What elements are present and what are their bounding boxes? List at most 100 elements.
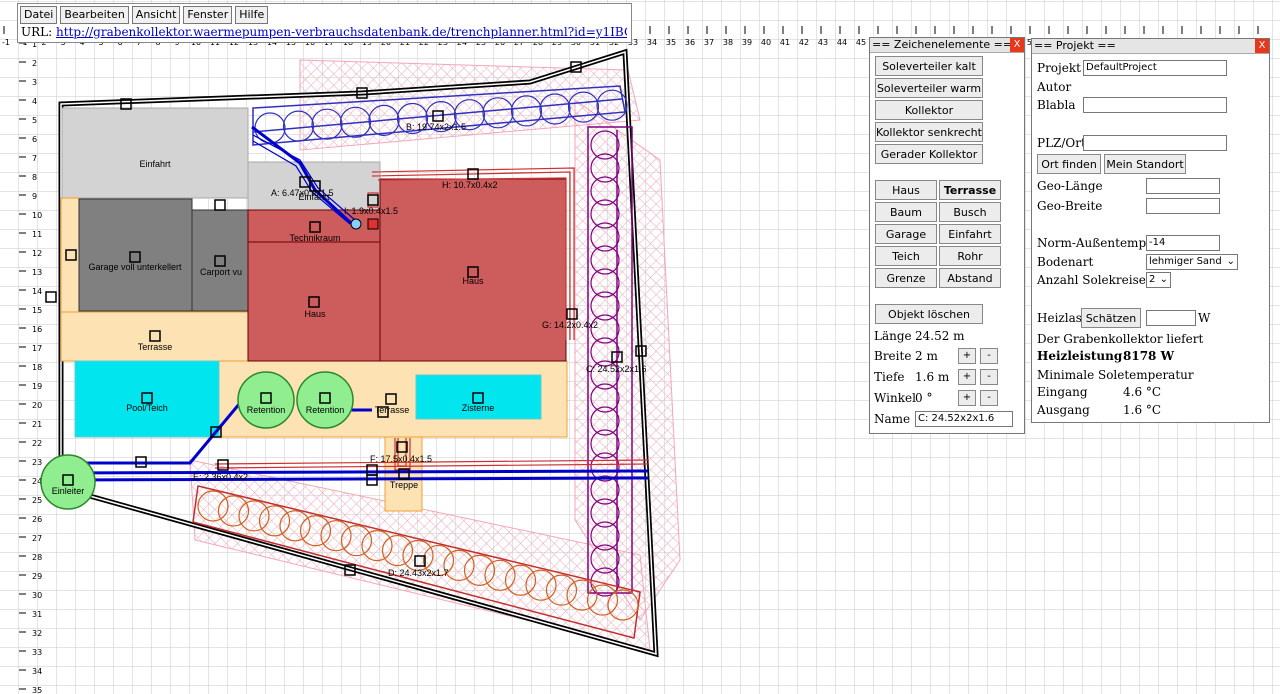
norm-aussentemp-label: Norm-Außentemp (1037, 236, 1147, 250)
menu-datei[interactable]: Datei (20, 6, 58, 24)
projekt-title-text: == Projekt == (1034, 39, 1116, 52)
close-icon[interactable]: X (1255, 39, 1269, 53)
ruler-tick-label: 38 (723, 38, 733, 47)
busch-button[interactable]: Busch (939, 202, 1001, 222)
trench-label-f: F: 17.5x0.4x1.5 (370, 454, 432, 464)
soleverteiler-kalt-button[interactable]: Soleverteiler kalt (875, 56, 983, 76)
laenge-value: 24.52 m (915, 329, 965, 343)
trench-label-d: D: 24.43x2x1.7 (388, 568, 449, 578)
objekt-loeschen-button[interactable]: Objekt löschen (875, 304, 983, 324)
soleverteiler-warm-button[interactable]: Soleverteiler warm (875, 78, 983, 98)
ausgang-value: 1.6 °C (1123, 403, 1162, 417)
ruler-tick-label: 22 (32, 439, 42, 448)
projekt-input[interactable]: DefaultProject (1083, 60, 1227, 76)
url-link[interactable]: http://grabenkollektor.waermepumpen-verb… (56, 25, 627, 39)
geo-laenge-input[interactable] (1146, 178, 1220, 194)
trench-label-e: E: 2.36x0.4x2 (193, 472, 248, 482)
eingang-value: 4.6 °C (1123, 385, 1162, 399)
menu-hilfe[interactable]: Hilfe (235, 6, 269, 24)
baum-button[interactable]: Baum (875, 202, 937, 222)
winkel-minus-button[interactable]: - (980, 390, 998, 406)
label-haus-1: Haus (304, 309, 326, 319)
close-icon[interactable]: X (1010, 38, 1024, 52)
abstand-button[interactable]: Abstand (939, 268, 1001, 288)
treppe-area (384, 436, 423, 512)
ruler-tick-label: 7 (32, 154, 37, 163)
schaetzen-button[interactable]: Schätzen (1081, 308, 1141, 328)
gerader-kollektor-button[interactable]: Gerader Kollektor (875, 144, 983, 164)
geo-breite-label: Geo-Breite (1037, 199, 1103, 213)
heizlast-input[interactable] (1146, 310, 1196, 326)
haus-button[interactable]: Haus (875, 180, 937, 200)
anzahl-solekreise-select[interactable]: 2 ⌄ (1146, 272, 1171, 288)
bodenart-select[interactable]: lehmiger Sand ⌄ (1146, 254, 1238, 270)
plz-ort-input[interactable] (1083, 135, 1227, 151)
soleverteiler-kalt (350, 218, 362, 230)
blabla-input[interactable] (1083, 97, 1227, 113)
plz-ort-label: PLZ/Ort (1037, 136, 1086, 150)
einfahrt-button[interactable]: Einfahrt (939, 224, 1001, 244)
projekt-label: Projekt (1037, 61, 1081, 75)
trench-label-i: I: 1.9x0.4x1.5 (344, 206, 398, 216)
rohr-button[interactable]: Rohr (939, 246, 1001, 266)
name-input[interactable]: C: 24.52x2x1.6 (915, 411, 1013, 427)
ruler-tick-label: 5 (32, 116, 37, 125)
menu-bearbeiten[interactable]: Bearbeiten (60, 6, 129, 24)
haus-area-2 (379, 178, 567, 362)
liefert-text: Der Grabenkollektor liefert (1037, 332, 1204, 346)
label-zisterne: Zisterne (462, 403, 495, 413)
ruler-tick-label: 28 (32, 553, 42, 562)
tiefe-plus-button[interactable]: + (958, 369, 976, 385)
mein-standort-button[interactable]: Mein Standort (1104, 154, 1186, 174)
menu-fenster[interactable]: Fenster (183, 6, 233, 24)
carport-area (191, 209, 250, 312)
ausgang-label: Ausgang (1037, 403, 1090, 417)
trench-label-c: C: 24.52x2x1.6 (586, 364, 647, 374)
ruler-tick-label: 43 (818, 38, 828, 47)
ruler-tick-label: 29 (32, 572, 42, 581)
ruler-tick-label: 12 (32, 249, 42, 258)
zeichenelemente-title[interactable]: == Zeichenelemente == X (870, 38, 1024, 53)
label-retention-1: Retention (247, 405, 286, 415)
ruler-tick-label: 27 (32, 534, 42, 543)
ruler-tick-label: 3 (32, 78, 37, 87)
ruler-tick-label: 30 (32, 591, 42, 600)
ruler-tick-label: 37 (704, 38, 714, 47)
geo-breite-input[interactable] (1146, 198, 1220, 214)
teich-button[interactable]: Teich (875, 246, 937, 266)
ruler-tick-label: 14 (32, 287, 42, 296)
zeichenelemente-title-text: == Zeichenelemente == (872, 38, 1013, 51)
chevron-down-icon: ⌄ (1159, 274, 1168, 285)
autor-label: Autor (1037, 80, 1072, 94)
url-row: URL: http://grabenkollektor.waermepumpen… (21, 25, 627, 39)
label-einleiter: Einleiter (52, 486, 85, 496)
label-pool: Pool/Teich (126, 403, 168, 413)
soleverteiler-warm (367, 218, 379, 230)
tiefe-minus-button[interactable]: - (980, 369, 998, 385)
ruler-tick-label: 15 (32, 306, 42, 315)
kollektor-waagerecht-button[interactable]: Kollektor waagerecht (875, 100, 983, 137)
ruler-tick-label: 19 (32, 382, 42, 391)
ort-finden-button[interactable]: Ort finden (1037, 154, 1101, 174)
ruler-tick-label: 26 (32, 515, 42, 524)
geo-laenge-label: Geo-Länge (1037, 179, 1103, 193)
winkel-label: Winkel (874, 391, 916, 405)
breite-minus-button[interactable]: - (980, 348, 998, 364)
garage-button[interactable]: Garage (875, 224, 937, 244)
kollektor-senkrecht-button[interactable]: Kollektor senkrecht (875, 122, 983, 142)
ruler-tick-label: 9 (32, 192, 37, 201)
ruler-tick-label: 33 (32, 648, 42, 657)
ruler-tick-label: 34 (647, 38, 657, 47)
menu-ansicht[interactable]: Ansicht (131, 6, 181, 24)
norm-aussentemp-input[interactable]: -14 (1146, 235, 1220, 251)
ruler-tick-label: 39 (742, 38, 752, 47)
breite-label: Breite (874, 349, 912, 363)
anzahl-solekreise-value: 2 (1149, 274, 1156, 285)
winkel-plus-button[interactable]: + (958, 390, 976, 406)
einleiter-circle (40, 454, 96, 510)
terrasse-button[interactable]: Terrasse (939, 180, 1001, 200)
ruler-tick-label: 25 (32, 496, 42, 505)
projekt-title[interactable]: == Projekt == X (1032, 39, 1269, 54)
breite-plus-button[interactable]: + (958, 348, 976, 364)
grenze-button[interactable]: Grenze (875, 268, 937, 288)
